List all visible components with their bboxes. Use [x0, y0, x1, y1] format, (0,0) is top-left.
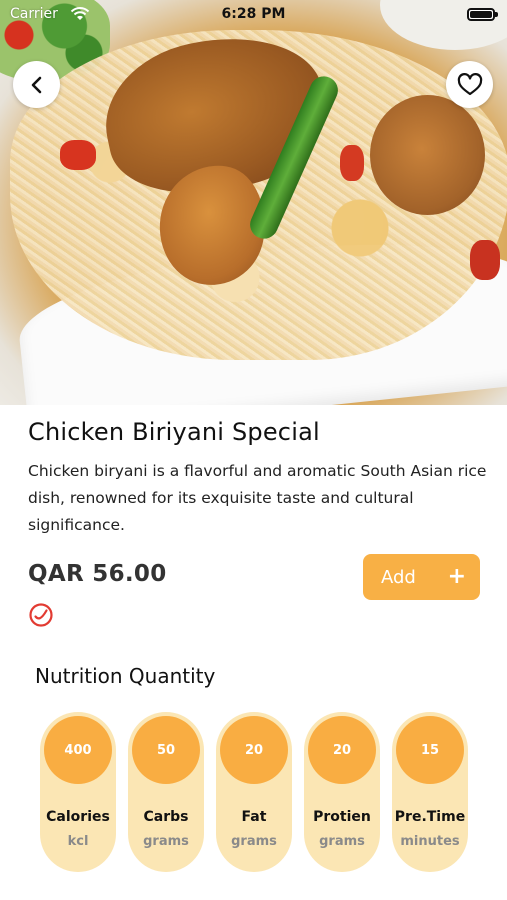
nutrition-value: 15: [396, 716, 464, 784]
nutrition-item-protein: 20 Protien grams: [304, 712, 380, 872]
nutrition-unit: grams: [319, 834, 365, 849]
nutrition-unit: minutes: [400, 834, 460, 849]
product-title: Chicken Biriyani Special: [28, 418, 320, 446]
nutrition-label: Fat: [241, 809, 267, 825]
battery-icon: [467, 8, 498, 21]
nutrition-item-carbs: 50 Carbs grams: [128, 712, 204, 872]
plus-icon: +: [447, 564, 466, 589]
nutrition-item-calories: 400 Calories kcl: [40, 712, 116, 872]
nutrition-value: 20: [220, 716, 288, 784]
nutrition-label: Pre.Time: [394, 809, 466, 825]
nutrition-value: 50: [132, 716, 200, 784]
status-bar: Carrier 6:28 PM: [0, 0, 507, 30]
nutrition-item-prep-time: 15 Pre.Time minutes: [392, 712, 468, 872]
chevron-left-icon: [31, 76, 41, 93]
product-description: Chicken biryani is a flavorful and aroma…: [28, 462, 487, 534]
product-price: QAR 56.00: [28, 561, 167, 587]
nutrition-unit: grams: [231, 834, 277, 849]
add-to-cart-button[interactable]: Add +: [363, 554, 480, 600]
favorite-button[interactable]: [446, 61, 493, 108]
dish-image: [0, 0, 507, 405]
heart-outline-icon: [457, 72, 482, 95]
nutrition-unit: grams: [143, 834, 189, 849]
nutrition-unit: kcl: [67, 834, 89, 849]
nutrition-label: Calories: [46, 809, 110, 825]
nutrition-value: 20: [308, 716, 376, 784]
nutrition-item-fat: 20 Fat grams: [216, 712, 292, 872]
nutrition-title: Nutrition Quantity: [35, 664, 216, 688]
nutrition-label: Carbs: [143, 809, 189, 825]
nutrition-label: Protien: [313, 809, 371, 825]
nutrition-value: 400: [44, 716, 112, 784]
nutrition-list: 400 Calories kcl 50 Carbs grams 20 Fat g…: [40, 712, 470, 874]
status-time: 6:28 PM: [221, 6, 286, 22]
back-button[interactable]: [13, 61, 60, 108]
spicy-check-icon: [29, 603, 53, 627]
add-label: Add: [381, 566, 416, 588]
